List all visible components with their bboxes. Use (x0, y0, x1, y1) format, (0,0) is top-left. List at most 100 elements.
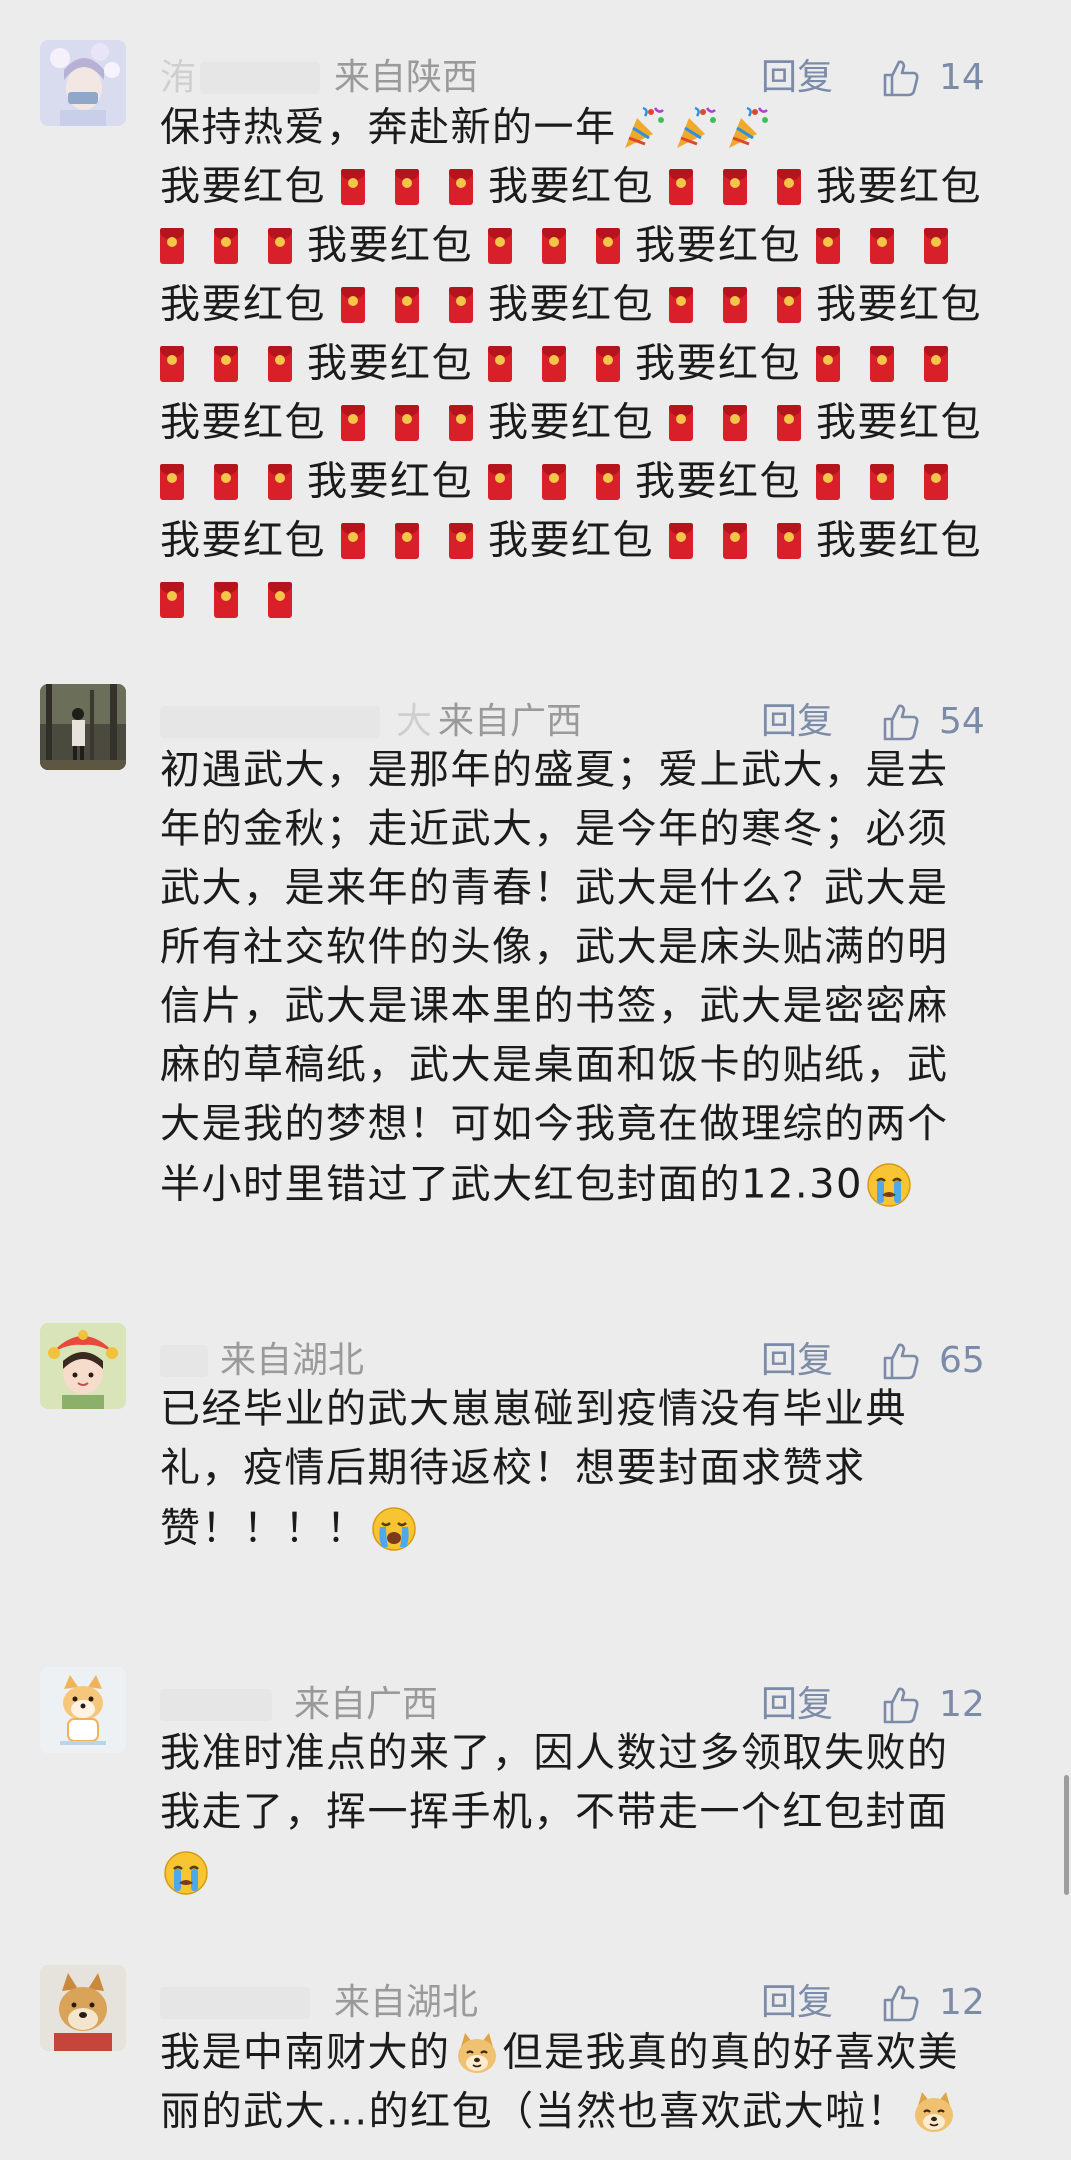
red-envelope-icon (596, 346, 620, 382)
red-envelope-icon (214, 346, 238, 382)
red-envelope-icon (870, 228, 894, 264)
comment-text: 我要红包 (816, 163, 982, 210)
comment-text: 我是中南财大的 (160, 2029, 451, 2076)
username-redaction (160, 1987, 310, 2019)
avatar-cartoon-dog-image (40, 1667, 126, 1753)
location-label: 来自湖北 (220, 1340, 365, 1381)
red-envelope-icon (816, 464, 840, 500)
comment-line: 我要红包 我要红包 (145, 451, 1015, 510)
red-envelope-icon (924, 228, 948, 264)
like-count: 54 (939, 701, 985, 742)
comment-text: 我要红包 (488, 517, 654, 564)
like-button[interactable]: 65 (881, 1337, 1031, 1385)
red-envelope-icon (395, 405, 419, 441)
red-envelope-icon (542, 346, 566, 382)
comment-line: 信片，武大是课本里的书签，武大是密密麻 (160, 983, 949, 1029)
red-envelope-icon (596, 228, 620, 264)
red-envelope-icon (488, 464, 512, 500)
like-button[interactable]: 14 (881, 54, 1031, 102)
red-envelope-icon (449, 287, 473, 323)
red-envelope-icon (777, 523, 801, 559)
username-blurred[interactable]: 洧 (160, 54, 196, 102)
comment-line: 所有社交软件的头像，武大是床头贴满的明 (160, 924, 949, 970)
avatar[interactable] (40, 1323, 126, 1409)
red-envelope-icon (449, 169, 473, 205)
comment-text: 保持热爱，奔赴新的一年 (160, 104, 617, 151)
username-blurred[interactable]: 大 (396, 698, 432, 746)
reply-button[interactable]: 回复 (761, 698, 833, 746)
red-envelope-icon (214, 228, 238, 264)
username-redaction (200, 62, 320, 94)
reply-button[interactable]: 回复 (761, 1681, 833, 1729)
like-count: 14 (939, 57, 985, 98)
comment-text: 我要红包 (488, 163, 654, 210)
reply-button[interactable]: 回复 (761, 1337, 833, 1385)
party-popper-icon (723, 104, 771, 152)
comment-line: 麻的草稿纸，武大是桌面和饭卡的贴纸，武 (160, 1042, 949, 1088)
doge-icon (453, 2029, 501, 2077)
red-envelope-icon (777, 287, 801, 323)
party-popper-icon (619, 104, 667, 152)
thumbs-up-icon (883, 1985, 919, 2022)
red-envelope-icon (723, 405, 747, 441)
comment-text: 丽的武大...的红包（当然也喜欢武大啦！ (160, 2088, 909, 2135)
avatar[interactable] (40, 1965, 126, 2051)
red-envelope-icon (449, 405, 473, 441)
comment-line: 赞！！！！ (160, 1498, 1030, 1557)
comment-line: 我要红包 我要红包 我要红包 (160, 392, 1030, 451)
comment-line: 我是中南财大的 但是我真的真的好喜欢美 (160, 2022, 1030, 2081)
red-envelope-icon (542, 228, 566, 264)
red-envelope-icon (777, 405, 801, 441)
comment-line: 武大，是来年的青春！武大是什么？武大是 (160, 865, 949, 911)
red-envelope-icon (777, 169, 801, 205)
reply-button[interactable]: 回复 (761, 1979, 833, 2027)
location-label: 来自广西 (438, 701, 583, 742)
avatar-child-lion-hat-image (40, 1323, 126, 1409)
crying-face-icon (162, 1849, 210, 1897)
red-envelope-icon (341, 287, 365, 323)
comment-line: 我要红包 我要红包 (145, 215, 1015, 274)
avatar[interactable] (40, 1667, 126, 1753)
comment-text: 我要红包 (488, 399, 654, 446)
comment-text: 我要红包 (307, 458, 473, 505)
comment-text: 我要红包 (307, 340, 473, 387)
comment-line: 已经毕业的武大崽崽碰到疫情没有毕业典 (160, 1386, 907, 1432)
username-redaction (160, 1345, 208, 1377)
thumbs-up-icon (883, 1687, 919, 1724)
red-envelope-icon (542, 464, 566, 500)
red-envelope-icon (669, 523, 693, 559)
comment-text: 我要红包 (160, 163, 326, 210)
red-envelope-icon (268, 228, 292, 264)
comment-text: 我要红包 (816, 399, 982, 446)
doge-icon (910, 2088, 958, 2136)
avatar[interactable] (40, 684, 126, 770)
comment-text: 我要红包 (816, 281, 982, 328)
red-envelope-icon (870, 464, 894, 500)
location-label: 来自广西 (294, 1684, 439, 1725)
red-envelope-icon (268, 346, 292, 382)
like-button[interactable]: 12 (881, 1979, 1031, 2027)
red-envelope-icon (723, 169, 747, 205)
username-redaction (160, 1689, 272, 1721)
thumbs-up-icon (883, 704, 919, 741)
red-envelope-icon (160, 464, 184, 500)
red-envelope-icon (870, 346, 894, 382)
comment-line: 我要红包 我要红包 (145, 333, 1015, 392)
avatar[interactable] (40, 40, 126, 126)
red-envelope-icon (395, 287, 419, 323)
avatar-girl-flowers-image (40, 40, 126, 126)
comment-text: 我要红包 (160, 399, 326, 446)
comment-line (145, 569, 1015, 628)
red-envelope-icon (723, 287, 747, 323)
like-button[interactable]: 54 (881, 698, 1031, 746)
reply-button[interactable]: 回复 (761, 54, 833, 102)
comment-line (160, 1842, 1030, 1901)
avatar-doge-image (40, 1965, 126, 2051)
comment-line: 丽的武大...的红包（当然也喜欢武大啦！ (160, 2081, 1030, 2140)
red-envelope-icon (924, 464, 948, 500)
scrollbar[interactable] (1064, 1775, 1069, 1895)
like-button[interactable]: 12 (881, 1681, 1031, 1729)
red-envelope-icon (816, 346, 840, 382)
like-count: 12 (939, 1684, 985, 1725)
avatar-forest-photo-image (40, 684, 126, 770)
